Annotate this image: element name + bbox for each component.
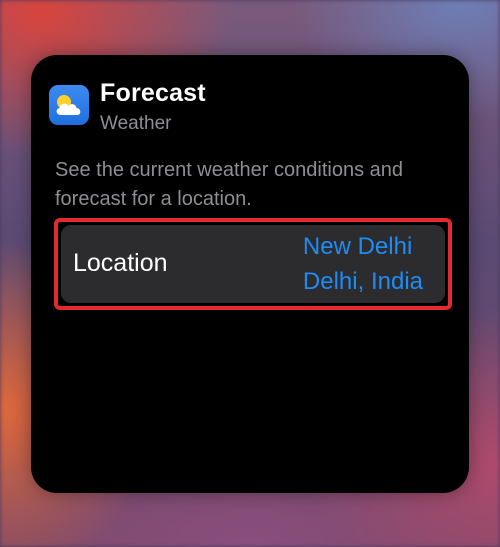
highlight-annotation-box — [54, 218, 452, 310]
weather-cloud-sun-icon — [49, 85, 89, 125]
app-name: Weather — [100, 113, 172, 134]
weather-cloud-sun-icon-graphic — [56, 95, 81, 115]
widget-title: Forecast — [100, 79, 206, 107]
widget-description: See the current weather conditions and f… — [55, 159, 403, 210]
widget-config-card: Forecast Weather See the current weather… — [31, 55, 469, 493]
